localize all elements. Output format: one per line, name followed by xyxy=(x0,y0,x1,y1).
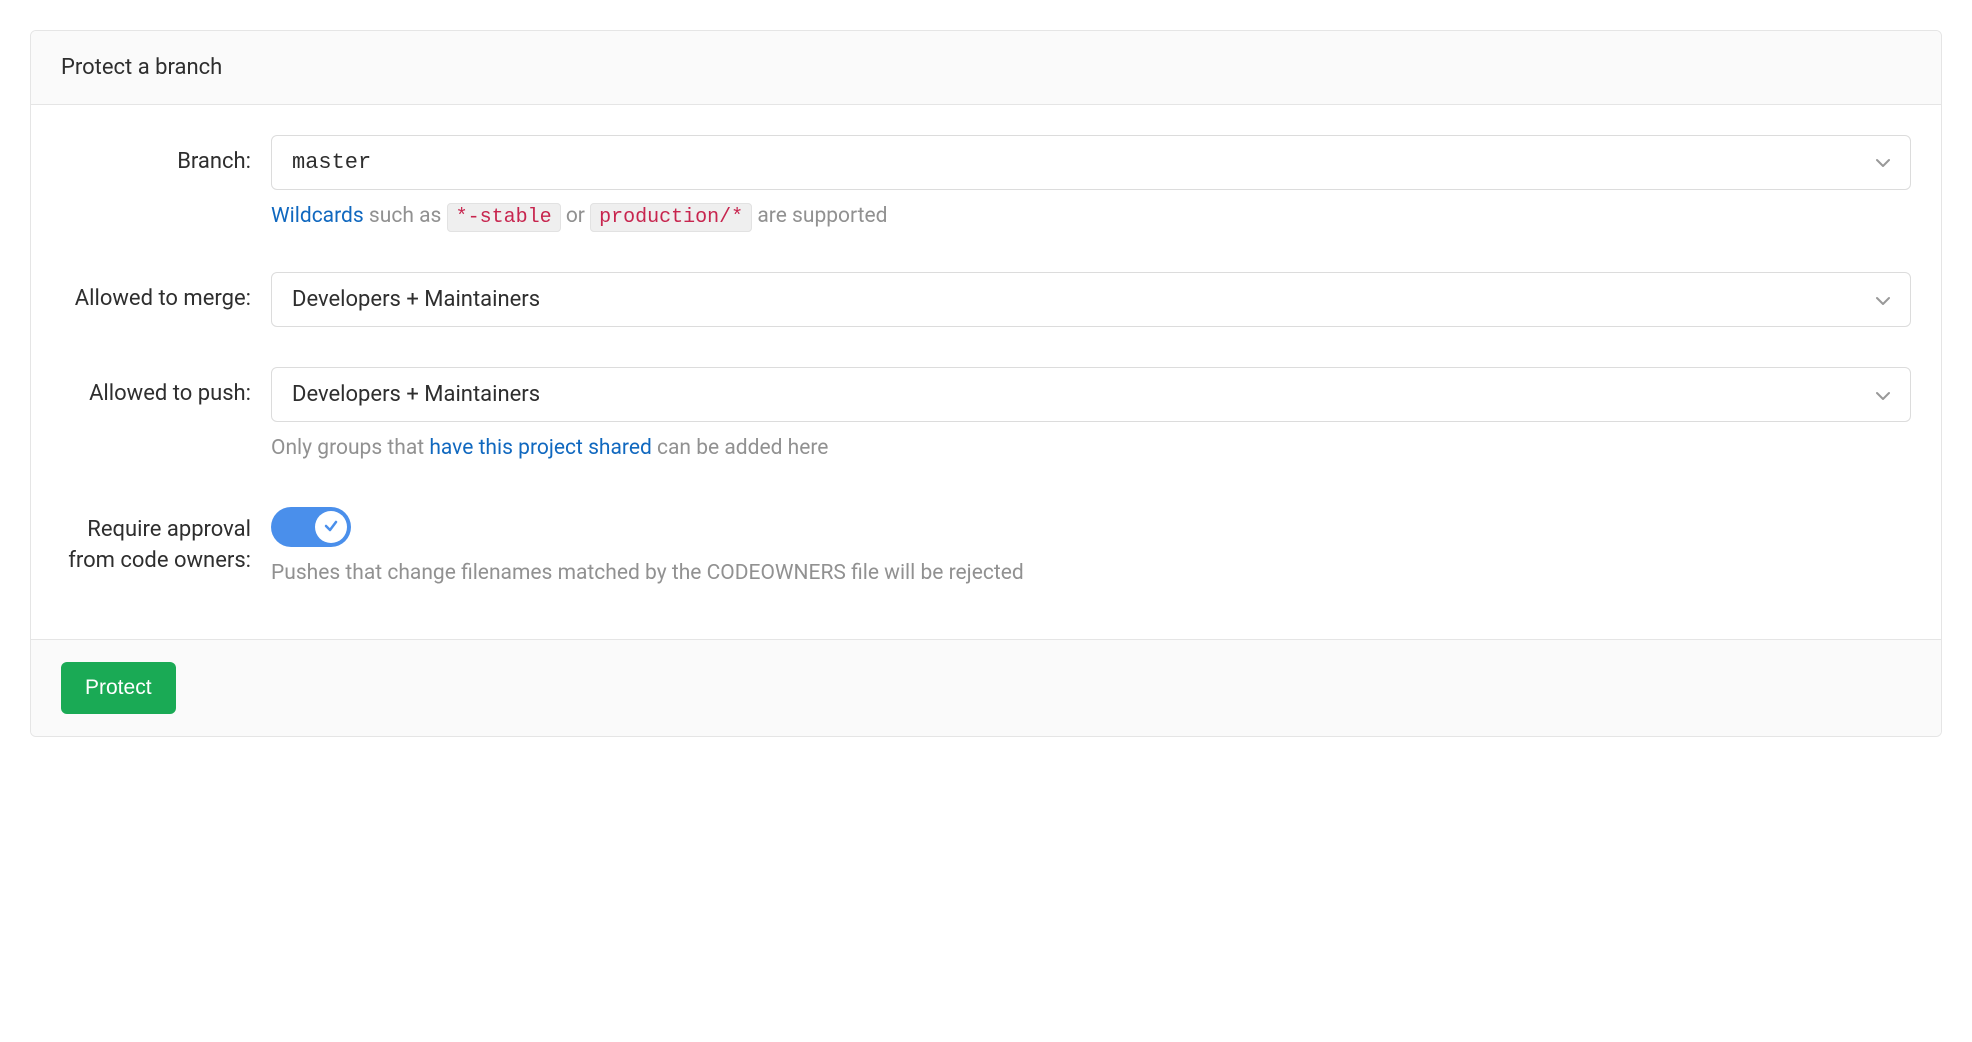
branch-help-text-1: such as xyxy=(364,204,447,228)
chevron-down-icon xyxy=(1876,150,1890,175)
panel-title: Protect a branch xyxy=(61,55,222,80)
chevron-down-icon xyxy=(1876,382,1890,407)
branch-label: Branch: xyxy=(61,135,271,178)
branch-value: master xyxy=(292,150,371,175)
push-label: Allowed to push: xyxy=(61,367,271,410)
merge-row: Allowed to merge: Developers + Maintaine… xyxy=(61,272,1911,327)
branch-row: Branch: master Wildcards such as *-stabl… xyxy=(61,135,1911,232)
chevron-down-icon xyxy=(1876,287,1890,312)
panel-header: Protect a branch xyxy=(31,31,1941,105)
codeowners-row: Require approval from code owners: Pushe… xyxy=(61,503,1911,588)
wildcard-example-2: production/* xyxy=(590,203,752,232)
push-value: Developers + Maintainers xyxy=(292,382,540,407)
merge-value: Developers + Maintainers xyxy=(292,287,540,312)
wildcards-link[interactable]: Wildcards xyxy=(271,204,364,228)
codeowners-help: Pushes that change filenames matched by … xyxy=(271,559,1911,588)
merge-dropdown[interactable]: Developers + Maintainers xyxy=(271,272,1911,327)
branch-help-text-2: or xyxy=(561,204,591,228)
branch-control-wrap: master Wildcards such as *-stable or pro… xyxy=(271,135,1911,232)
project-shared-link[interactable]: have this project shared xyxy=(429,436,651,460)
push-row: Allowed to push: Developers + Maintainer… xyxy=(61,367,1911,463)
toggle-knob xyxy=(315,511,347,543)
codeowners-toggle[interactable] xyxy=(271,507,351,547)
push-help: Only groups that have this project share… xyxy=(271,434,1911,463)
codeowners-control-wrap: Pushes that change filenames matched by … xyxy=(271,503,1911,588)
codeowners-label: Require approval from code owners: xyxy=(61,503,271,577)
panel-footer: Protect xyxy=(31,639,1941,736)
check-icon xyxy=(324,518,338,537)
push-help-text-1: Only groups that xyxy=(271,436,429,460)
push-dropdown[interactable]: Developers + Maintainers xyxy=(271,367,1911,422)
push-help-text-2: can be added here xyxy=(652,436,829,460)
branch-dropdown[interactable]: master xyxy=(271,135,1911,190)
branch-help-text-3: are supported xyxy=(752,204,887,228)
branch-help: Wildcards such as *-stable or production… xyxy=(271,202,1911,232)
panel-body: Branch: master Wildcards such as *-stabl… xyxy=(31,105,1941,639)
push-control-wrap: Developers + Maintainers Only groups tha… xyxy=(271,367,1911,463)
protect-branch-panel: Protect a branch Branch: master Wildcard… xyxy=(30,30,1942,737)
merge-control-wrap: Developers + Maintainers xyxy=(271,272,1911,327)
protect-button[interactable]: Protect xyxy=(61,662,176,714)
wildcard-example-1: *-stable xyxy=(447,203,561,232)
merge-label: Allowed to merge: xyxy=(61,272,271,315)
